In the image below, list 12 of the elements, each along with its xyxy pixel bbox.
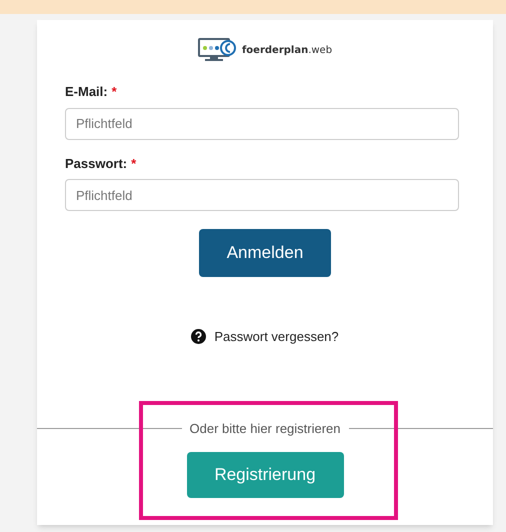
monitor-logo-icon xyxy=(198,38,238,62)
login-button[interactable]: Anmelden xyxy=(199,229,331,277)
forgot-password-link[interactable]: Passwort vergessen? xyxy=(214,327,339,346)
logo-text: foerderplan.web xyxy=(242,44,332,58)
input-field[interactable]: Pflichtfeld xyxy=(65,108,459,140)
register-legend: Oder bitte hier registrieren xyxy=(182,418,349,438)
input-field[interactable]: Pflichtfeld xyxy=(65,179,459,211)
required-mark: * xyxy=(112,83,117,101)
field-label: Passwort: xyxy=(65,154,128,172)
help-icon xyxy=(191,329,206,344)
required-mark: * xyxy=(131,154,136,172)
field-label: E-Mail: xyxy=(65,83,108,101)
